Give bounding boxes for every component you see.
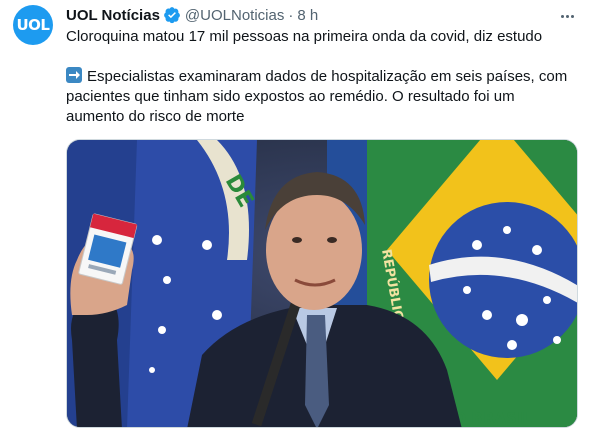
verified-badge-icon — [164, 7, 180, 24]
tweet-body-paragraph: Especialistas examinaram dados de hospit… — [66, 67, 576, 127]
avatar[interactable]: UOL — [13, 5, 53, 45]
tweet-text: Cloroquina matou 17 mil pessoas na prime… — [66, 27, 576, 127]
right-arrow-emoji-icon — [66, 67, 82, 83]
account-handle[interactable]: @UOLNoticias — [185, 7, 284, 24]
tweet-headline: Cloroquina matou 17 mil pessoas na prime… — [66, 28, 543, 45]
dot-icon — [570, 14, 574, 18]
dot-icon — [565, 14, 569, 18]
separator: · — [288, 6, 294, 24]
dot-icon — [560, 14, 564, 18]
more-options-icon[interactable] — [556, 6, 578, 26]
tweet-body: Especialistas examinaram dados de hospit… — [66, 68, 568, 125]
tweet-media-image[interactable]: DE DO BRASIL REPÚBLICA — [66, 139, 578, 428]
tweet-header: UOL Notícias @UOLNoticias · 8 h — [66, 6, 318, 24]
tweet[interactable]: UOL UOL Notícias @UOLNoticias · 8 h Clor… — [0, 0, 592, 437]
timestamp[interactable]: 8 h — [297, 7, 318, 24]
photo-president-holding-medicine-box: DE DO BRASIL REPÚBLICA — [67, 140, 577, 427]
account-name[interactable]: UOL Notícias — [66, 7, 160, 24]
uol-logo: UOL — [16, 16, 51, 34]
